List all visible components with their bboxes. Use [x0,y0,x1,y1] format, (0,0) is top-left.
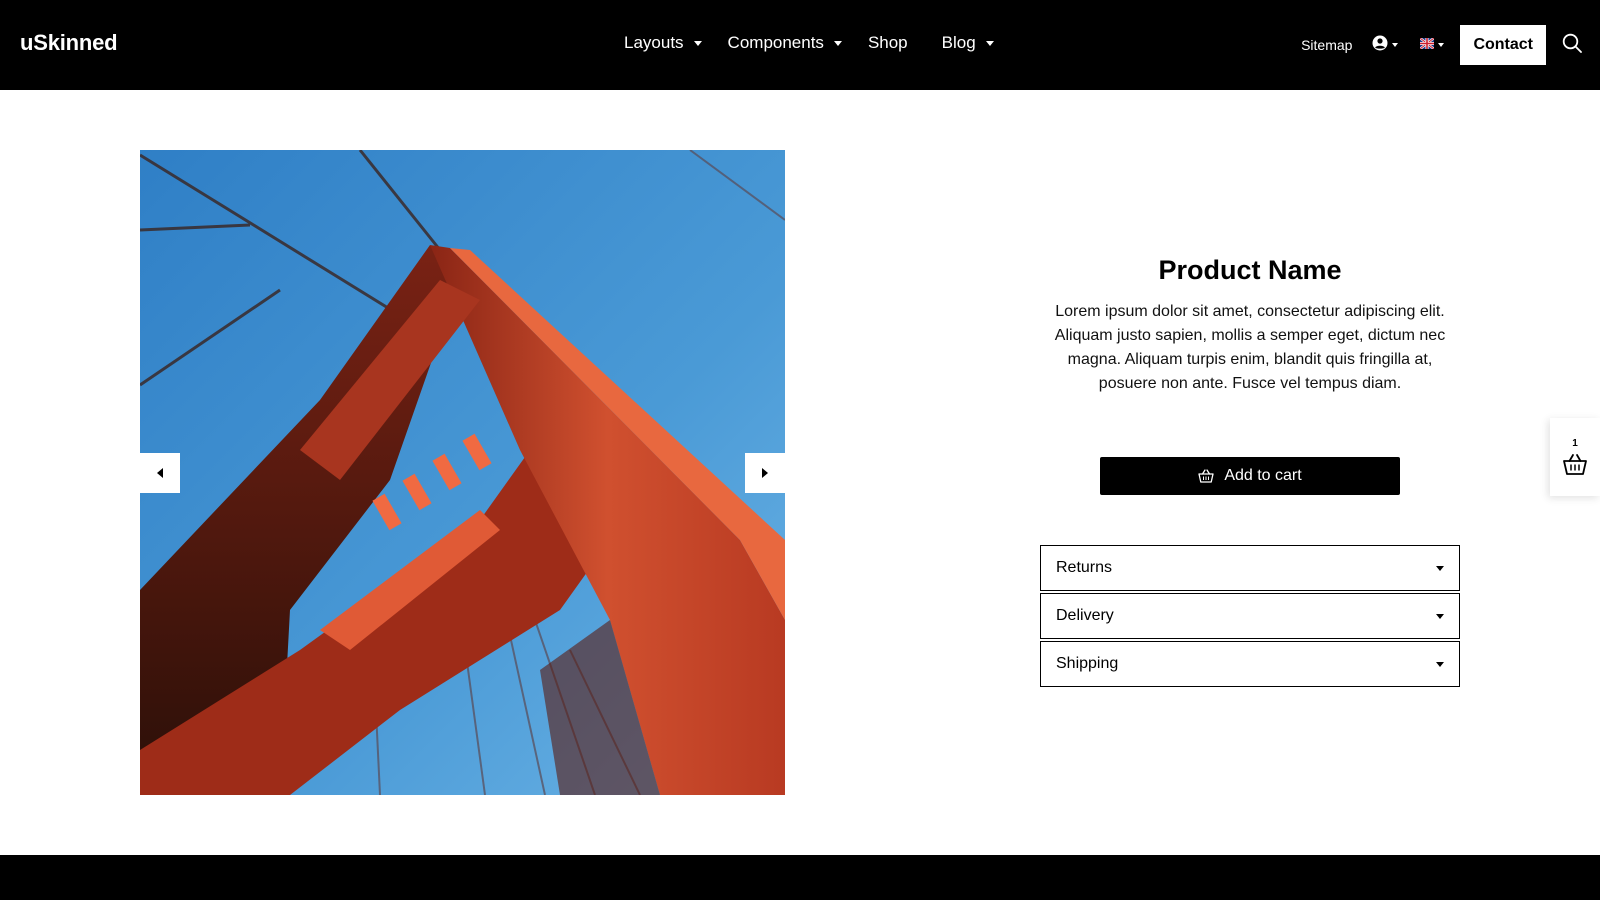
bridge-tower-photo [140,150,785,795]
user-circle-icon [1372,35,1388,56]
product-accordion: Returns Delivery Shipping [1040,545,1460,689]
chevron-down-icon [693,40,702,46]
sitemap-link[interactable]: Sitemap [1301,37,1352,53]
basket-icon [1198,469,1214,483]
caret-right-icon [761,468,769,478]
nav-item-label: Shop [867,33,908,52]
site-header: uSkinned Layouts Components Shop Blog Si… [0,0,1600,90]
product-title: Product Name [1158,255,1342,285]
language-dropdown[interactable] [1419,36,1445,54]
utility-nav: Sitemap Contact [1301,0,1600,90]
caret-left-icon [156,468,164,478]
chevron-down-icon [1438,43,1445,47]
nav-item-blog[interactable]: Blog [942,33,994,53]
basket-icon [1562,453,1588,480]
accordion-delivery[interactable]: Delivery [1040,593,1460,639]
chevron-down-icon [1436,661,1444,667]
user-menu-dropdown[interactable] [1372,35,1399,56]
gallery-next-button[interactable] [745,453,785,493]
add-to-cart-label: Add to cart [1224,467,1302,484]
nav-item-layouts[interactable]: Layouts [624,33,702,53]
nav-item-label: Blog [941,33,976,52]
chevron-down-icon [1392,43,1399,47]
nav-item-components[interactable]: Components [728,33,842,53]
nav-item-label: Components [727,33,824,52]
contact-button[interactable]: Contact [1460,25,1546,65]
product-info: Product Name Lorem ipsum dolor sit amet,… [1040,255,1460,396]
nav-item-shop[interactable]: Shop [868,33,908,53]
chevron-down-icon [985,40,994,46]
product-description: Lorem ipsum dolor sit amet, consectetur … [1054,303,1446,392]
uk-flag-icon [1419,36,1436,54]
accordion-returns[interactable]: Returns [1040,545,1460,591]
mini-cart-button[interactable]: 1 [1550,418,1600,496]
chevron-down-icon [1436,613,1444,619]
main-nav: Layouts Components Shop Blog [624,33,1020,53]
accordion-shipping[interactable]: Shipping [1040,641,1460,687]
gallery-prev-button[interactable] [140,453,180,493]
chevron-down-icon [1436,565,1444,571]
site-logo[interactable]: uSkinned [20,30,118,56]
search-button[interactable] [1562,33,1582,58]
add-to-cart-button[interactable]: Add to cart [1100,457,1400,495]
chevron-down-icon [833,40,842,46]
accordion-label: Shipping [1056,655,1119,672]
accordion-label: Returns [1056,559,1113,576]
search-icon [1562,33,1582,58]
accordion-label: Delivery [1056,607,1114,624]
cart-count-badge: 1 [1572,438,1578,449]
site-footer [0,855,1600,900]
product-gallery [140,150,785,795]
nav-item-label: Layouts [624,33,684,52]
